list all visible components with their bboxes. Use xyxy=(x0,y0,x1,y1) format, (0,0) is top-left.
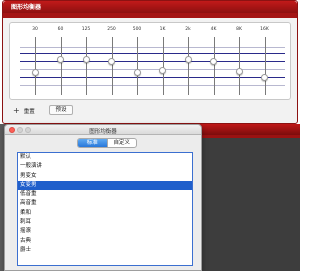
band-slider-track[interactable] xyxy=(35,37,36,95)
frequency-label: 250 xyxy=(107,27,116,32)
reset-button-label: 重置 xyxy=(23,108,35,115)
tab-custom[interactable]: 自定义 xyxy=(106,139,137,147)
frequency-label: 30 xyxy=(32,27,38,32)
frequency-label: 500 xyxy=(132,27,142,32)
band-slider-knob[interactable] xyxy=(184,55,192,63)
band-slider-knob[interactable] xyxy=(133,69,141,77)
band-slider-track[interactable] xyxy=(188,37,189,95)
background-window xyxy=(196,124,300,271)
frequency-label: 8K xyxy=(236,27,242,32)
band-slider-track[interactable] xyxy=(213,37,215,95)
band-slider-track[interactable] xyxy=(86,37,87,95)
preset-item-soft[interactable]: 柔和 xyxy=(18,209,192,218)
preset-item-speech[interactable]: 一般演讲 xyxy=(18,162,192,171)
band-slider-track[interactable] xyxy=(239,37,240,95)
frequency-label: 16K xyxy=(260,27,269,32)
preset-item-treble-heavy[interactable]: 高音重 xyxy=(18,199,192,208)
band-slider-knob[interactable] xyxy=(57,55,64,63)
frequency-label: 4K xyxy=(210,27,217,32)
band-slider-track[interactable] xyxy=(60,37,62,95)
reset-button[interactable]: + 重置 xyxy=(13,105,47,116)
dialog-titlebar: 图形均衡器 xyxy=(5,125,201,135)
band-slider-track[interactable] xyxy=(264,37,266,95)
equalizer-header-strip xyxy=(3,13,297,18)
preset-item-default[interactable]: 默认 xyxy=(18,153,192,162)
preset-item-classical[interactable]: 古典 xyxy=(18,237,192,246)
tab-standard[interactable]: 标准 xyxy=(78,139,107,147)
band-slider-knob[interactable] xyxy=(108,57,115,65)
frequency-label: 125 xyxy=(81,27,91,32)
preset-item-jazz[interactable]: 爵士 xyxy=(18,246,192,255)
preset-list: 默认 一般演讲 男变女 女变男 低音重 高音重 柔和 刺耳 摇滚 古典 爵士 xyxy=(17,152,193,266)
preset-item-bass-heavy[interactable]: 低音重 xyxy=(18,190,192,199)
band-slider-knob[interactable] xyxy=(82,55,90,63)
preset-button[interactable]: 预设 xyxy=(49,105,73,115)
frequency-label: 2k xyxy=(185,27,191,32)
equalizer-panel: 30 60 125 250 500 1K 2k 4K 8K 16K xyxy=(9,22,291,100)
equalizer-titlebar: 图形均衡器 xyxy=(3,1,297,13)
preset-item-rock[interactable]: 摇滚 xyxy=(18,227,192,236)
frequency-label: 60 xyxy=(57,27,64,32)
frequency-label: 1K xyxy=(159,27,166,32)
band-slider-knob[interactable] xyxy=(31,69,39,77)
plus-icon: + xyxy=(13,105,20,115)
equalizer-title: 图形均衡器 xyxy=(11,4,42,11)
equalizer-window: 图形均衡器 30 60 125 250 500 1K 2k 4K 8K 16K + 重置 预设 xyxy=(2,0,298,124)
band-slider-track[interactable] xyxy=(137,37,138,95)
background-window-titlebar xyxy=(197,124,300,135)
preset-item-harsh[interactable]: 刺耳 xyxy=(18,218,192,227)
preset-item-male-to-female[interactable]: 男变女 xyxy=(18,172,192,181)
band-slider-track[interactable] xyxy=(111,37,113,95)
preset-dialog: 图形均衡器 标准 自定义 默认 一般演讲 男变女 女变男 低音重 高音重 柔和 … xyxy=(4,124,202,271)
band-slider-knob[interactable] xyxy=(159,67,166,75)
dialog-title: 图形均衡器 xyxy=(89,129,117,135)
band-slider-knob[interactable] xyxy=(210,57,217,65)
preset-item-female-to-male[interactable]: 女变男 xyxy=(18,180,192,191)
band-slider-knob[interactable] xyxy=(261,74,268,82)
band-slider-track[interactable] xyxy=(162,37,164,95)
band-slider-knob[interactable] xyxy=(235,68,243,76)
background-window-strip xyxy=(197,135,300,138)
preset-tabs: 标准 自定义 xyxy=(77,138,137,148)
